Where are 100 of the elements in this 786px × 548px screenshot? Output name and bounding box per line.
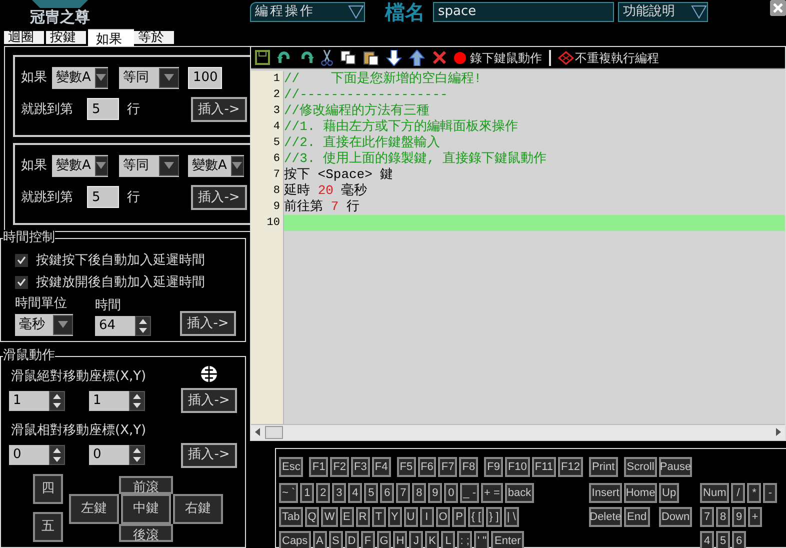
keyboard-key[interactable]: + [748,506,762,527]
keyboard-key[interactable]: F3 [351,456,370,477]
dropdown[interactable]: 變數A [188,154,244,177]
spinner-arrows-icon[interactable] [49,390,65,411]
keyboard-key[interactable]: F10 [504,456,530,477]
keyboard-key[interactable]: F8 [459,456,478,477]
insert-button[interactable]: 插入-> [181,388,237,414]
keyboard-key[interactable]: F5 [396,456,416,477]
no-repeat-button[interactable]: 不重複執行編程 [575,48,659,67]
keyboard-key[interactable]: 7 [700,506,714,527]
keyboard-key[interactable]: back [504,482,534,503]
horizontal-scrollbar[interactable] [251,424,785,440]
tab[interactable]: 迴圈 [4,30,44,46]
mouse-button[interactable]: 四 [33,474,63,504]
keyboard-key[interactable]: 3 [332,482,346,503]
close-icon[interactable] [770,0,786,16]
keyboard-key[interactable]: F11 [532,456,556,477]
keyboard-key[interactable]: | \ [504,506,519,527]
cut-icon[interactable] [321,50,333,66]
keyboard-key[interactable]: F12 [558,456,584,477]
keyboard-key[interactable]: L [441,530,456,548]
record-icon[interactable] [454,52,466,64]
keyboard-key[interactable]: F1 [309,456,328,477]
keyboard-key[interactable]: Q [304,506,320,527]
dropdown-arrow-icon[interactable] [691,4,707,19]
keyboard-key[interactable]: 0 [444,482,458,503]
keyboard-key[interactable]: R [356,506,370,527]
keyboard-key[interactable]: F2 [330,456,350,477]
keyboard-key[interactable]: Print [589,456,618,477]
keyboard-key[interactable]: } ] [486,506,502,527]
keyboard-key[interactable]: D [344,530,359,548]
help-dropdown[interactable]: 功能說明 [618,2,708,22]
keyboard-key[interactable]: 8 [716,506,730,527]
mouse-button[interactable]: 五 [33,512,63,542]
insert-button[interactable]: 插入-> [191,184,247,210]
keyboard-key[interactable]: U [404,506,418,527]
keyboard-key[interactable]: 8 [412,482,426,503]
keyboard-key[interactable]: F4 [372,456,391,477]
keyboard-key[interactable]: Down [659,506,692,527]
paste-icon[interactable] [363,50,379,66]
dropdown[interactable]: 等同 [119,154,179,177]
keyboard-key[interactable]: I [420,506,434,527]
keyboard-key[interactable]: 5 [364,482,378,503]
mouse-button[interactable]: 右鍵 [173,494,223,524]
keyboard-key[interactable]: F6 [418,456,436,477]
number-field[interactable]: 64 [95,316,135,336]
keyboard-key[interactable]: A [312,530,327,548]
file-name-field[interactable]: space [433,2,614,22]
input-field[interactable]: 100 [188,66,222,89]
mouse-button[interactable]: 後滾 [119,524,173,542]
tab[interactable]: 按鍵 [46,30,86,46]
dropdown-arrow-icon[interactable] [348,4,364,19]
keyboard-key[interactable]: { [ [468,506,484,527]
insert-button[interactable]: 插入-> [191,96,247,122]
spinner-arrows-icon[interactable] [135,316,151,336]
keyboard-key[interactable]: Up [659,482,680,503]
keyboard-key[interactable]: Enter [491,530,524,548]
number-field[interactable]: 0 [89,445,129,466]
number-field[interactable]: 1 [89,390,129,411]
keyboard-key[interactable]: + = [481,482,503,503]
spinner-arrows-icon[interactable] [129,445,145,466]
keyboard-key[interactable]: K [425,530,440,548]
keyboard-key[interactable]: Caps [279,530,311,548]
keyboard-key[interactable]: - [763,482,778,503]
keyboard-key[interactable]: 2 [316,482,330,503]
keyboard-key[interactable]: G [376,530,392,548]
keyboard-key[interactable]: Esc [279,456,304,477]
keyboard-key[interactable]: 5 [716,530,730,548]
keyboard-key[interactable]: ' " [474,530,490,548]
keyboard-key[interactable]: F [360,530,375,548]
number-field[interactable]: 1 [9,390,49,411]
keyboard-key[interactable]: _ - [460,482,479,503]
spinner-arrows-icon[interactable] [129,390,145,411]
no-repeat-icon[interactable] [558,50,574,65]
tab[interactable]: 如果 [88,28,134,46]
redo-icon[interactable] [299,51,314,64]
keyboard-key[interactable]: : ; [457,530,472,548]
up-arrow-icon[interactable] [409,50,425,66]
keyboard-key[interactable]: Scroll [624,456,658,477]
copy-icon[interactable] [340,50,356,66]
keyboard-key[interactable]: Tab [279,506,303,527]
dropdown[interactable]: 等同 [119,66,179,89]
mouse-button[interactable]: 中鍵 [121,494,171,524]
keyboard-key[interactable]: F9 [484,456,503,477]
checkbox[interactable] [15,254,28,267]
keyboard-key[interactable]: P [452,506,466,527]
keyboard-key[interactable]: * [747,482,762,503]
keyboard-key[interactable]: / [731,482,746,503]
keyboard-key[interactable]: T [372,506,386,527]
input-field[interactable]: 5 [87,186,119,208]
keyboard-key[interactable]: 7 [396,482,410,503]
dropdown[interactable]: 變數A [52,66,108,89]
keyboard-key[interactable]: ~ ` [279,482,298,503]
save-icon[interactable] [255,50,270,66]
keyboard-key[interactable]: Num [700,482,730,503]
keyboard-key[interactable]: Insert [589,482,622,503]
spinner-arrows-icon[interactable] [49,445,65,466]
keyboard-key[interactable]: 1 [300,482,314,503]
program-menu-dropdown[interactable]: 編程操作 [250,2,365,22]
record-button[interactable]: 錄下鍵鼠動作 [470,48,542,67]
